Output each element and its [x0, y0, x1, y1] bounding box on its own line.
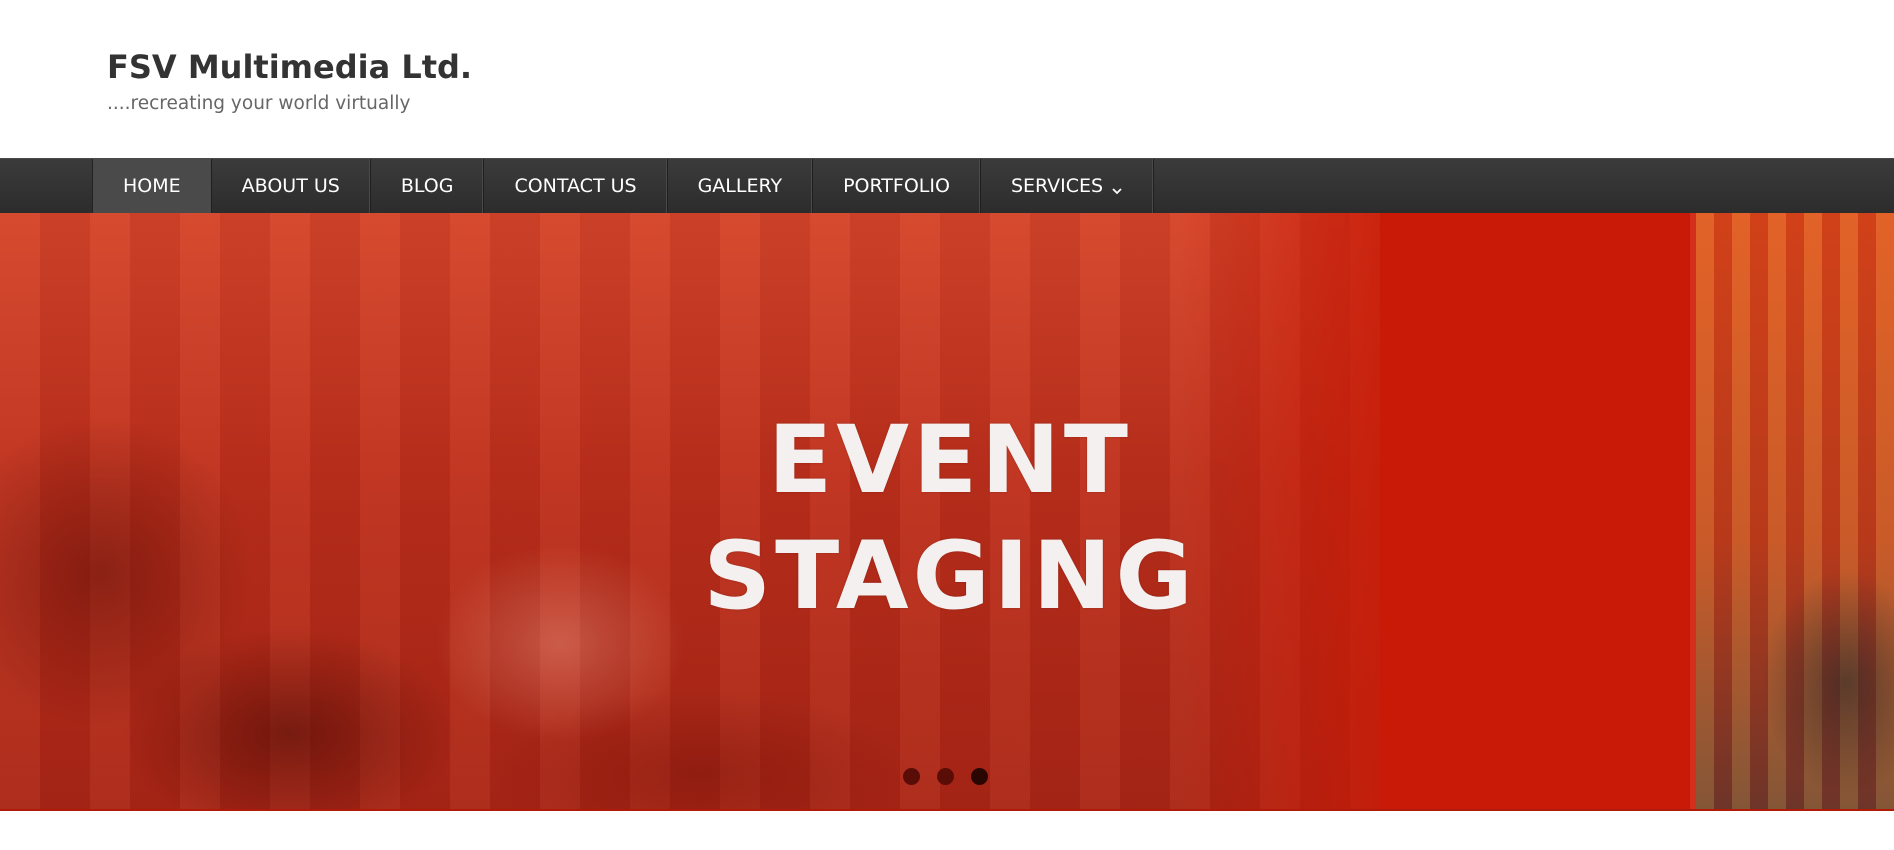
hero-photo-inset	[1690, 213, 1894, 811]
hero-bottom-border	[0, 809, 1894, 811]
nav-item-label: SERVICES	[1010, 175, 1104, 197]
nav-item-label: PORTFOLIO	[843, 175, 950, 197]
slider-dot-3[interactable]	[971, 768, 988, 785]
nav-item-blog[interactable]: BLOG	[371, 159, 485, 213]
nav-item-label: HOME	[123, 175, 181, 197]
nav-item-contact-us[interactable]: CONTACT US	[484, 159, 668, 213]
hero-slider[interactable]: EVENT STAGING	[0, 213, 1894, 811]
slider-dot-1[interactable]	[903, 768, 920, 785]
site-header: FSV Multimedia Ltd. ....recreating your …	[0, 0, 1894, 158]
nav-menu: HOME ABOUT US BLOG CONTACT US GALLERY PO…	[92, 159, 1155, 213]
site-tagline: ....recreating your world virtually	[107, 93, 411, 114]
hero-headline-line1: EVENT	[768, 406, 1132, 515]
hero-red-fade	[1180, 213, 1600, 811]
nav-item-gallery[interactable]: GALLERY	[668, 159, 814, 213]
site-title[interactable]: FSV Multimedia Ltd.	[107, 48, 472, 86]
nav-item-portfolio[interactable]: PORTFOLIO	[813, 159, 981, 213]
slider-dot-2[interactable]	[937, 768, 954, 785]
nav-item-home[interactable]: HOME	[93, 159, 212, 213]
slider-pagination	[903, 768, 988, 785]
hero-headline-line2: STAGING	[703, 522, 1197, 631]
chevron-down-icon	[1111, 180, 1123, 195]
nav-item-label: GALLERY	[697, 175, 783, 197]
hero-headline: EVENT STAGING	[700, 403, 1200, 635]
nav-item-label: CONTACT US	[514, 175, 637, 197]
main-navigation: HOME ABOUT US BLOG CONTACT US GALLERY PO…	[0, 158, 1894, 213]
nav-item-services[interactable]: SERVICES	[981, 159, 1155, 213]
nav-item-about-us[interactable]: ABOUT US	[212, 159, 371, 213]
nav-item-label: BLOG	[400, 175, 454, 197]
nav-item-label: ABOUT US	[241, 175, 340, 197]
